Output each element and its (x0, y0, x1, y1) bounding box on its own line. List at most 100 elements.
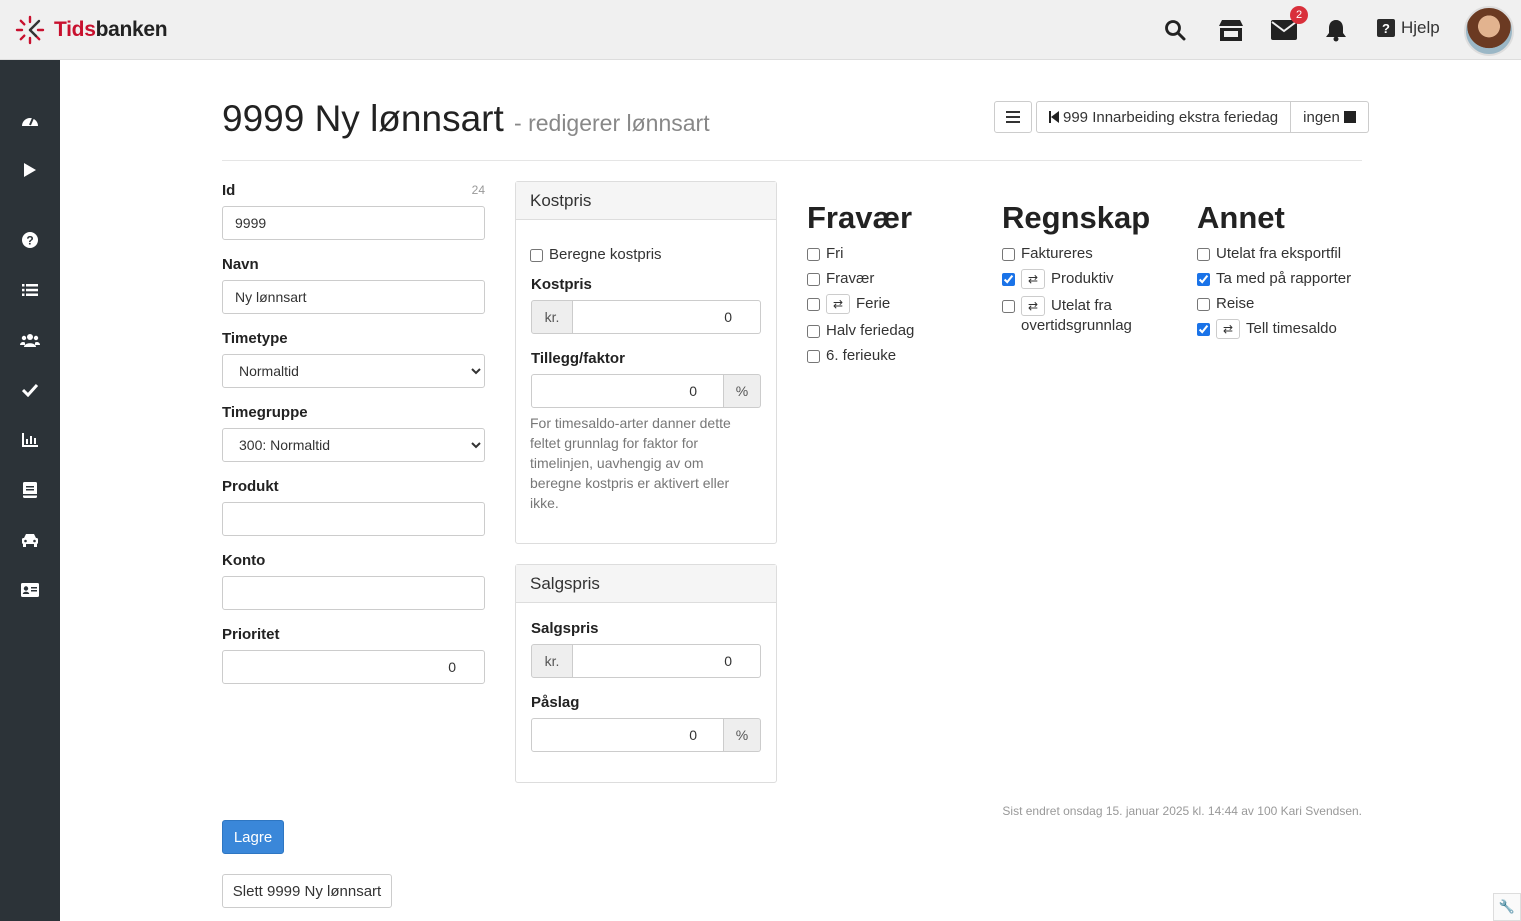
fravaer-item-checkbox[interactable] (807, 350, 820, 363)
prev-record-button[interactable]: 999 Innarbeiding ekstra feriedag (1036, 101, 1292, 133)
next-record-button[interactable]: ingen (1291, 101, 1369, 133)
prev-record-label: 999 Innarbeiding ekstra feriedag (1063, 108, 1279, 126)
fravaer-item-text: 6. ferieuke (826, 346, 896, 366)
fravaer-item-label: Fravær (826, 270, 875, 287)
fravaer-item-checkbox[interactable] (807, 325, 820, 338)
help-button[interactable]: ? Hjelp (1377, 18, 1440, 38)
fravaer-item-row[interactable]: ⇄ Ferie (807, 294, 987, 314)
mail-badge: 2 (1290, 6, 1308, 24)
header-divider (222, 160, 1362, 161)
step-backward-icon (1049, 111, 1059, 123)
delete-button[interactable]: Slett 9999 Ny lønnsart (222, 874, 392, 908)
annet-item-row[interactable]: Utelat fra eksportfil (1197, 244, 1367, 264)
regnskap-item-row[interactable]: ⇄ Utelat fra overtidsgrunnlag (1002, 296, 1162, 336)
kostpris-label: Kostpris (531, 276, 592, 293)
timetype-select[interactable]: Normaltid (222, 354, 485, 388)
paslag-percent-addon: % (724, 718, 761, 752)
kostpris-input[interactable] (573, 300, 761, 334)
konto-label: Konto (222, 552, 266, 569)
logo-icon (15, 15, 45, 45)
tillegg-label: Tillegg/faktor (531, 350, 625, 367)
tillegg-input[interactable] (531, 374, 724, 408)
annet-item-checkbox[interactable] (1197, 248, 1210, 261)
tillegg-help-text: For timesaldo-arter danner dette feltet … (530, 415, 731, 511)
fravaer-item-checkbox[interactable] (807, 298, 820, 311)
annet-heading: Annet (1197, 200, 1285, 235)
prioritet-label: Prioritet (222, 626, 280, 643)
fravaer-item-row[interactable]: Fri (807, 244, 987, 264)
svg-text:?: ? (26, 234, 33, 248)
annet-item-label: Reise (1216, 295, 1255, 312)
tillegg-percent-addon: % (724, 374, 761, 408)
paslag-label: Påslag (531, 694, 580, 711)
book-icon[interactable] (18, 478, 42, 502)
bell-icon[interactable] (1322, 16, 1350, 44)
prioritet-input[interactable] (222, 650, 485, 684)
paslag-input[interactable] (531, 718, 724, 752)
regnskap-item-checkbox[interactable] (1002, 273, 1015, 286)
sync-icon[interactable]: ⇄ (1021, 296, 1045, 316)
konto-input[interactable] (222, 576, 485, 610)
page-title: 9999 Ny lønnsart - redigerer lønnsart (222, 98, 710, 139)
fravaer-heading: Fravær (807, 200, 913, 235)
question-icon: ? (1377, 19, 1395, 37)
search-icon[interactable] (1161, 16, 1189, 44)
annet-item-row[interactable]: ⇄ Tell timesaldo (1197, 319, 1367, 339)
navn-input[interactable] (222, 280, 485, 314)
stop-icon (1343, 111, 1356, 123)
chart-icon[interactable] (18, 428, 42, 452)
users-icon[interactable] (18, 328, 42, 352)
record-nav: 999 Innarbeiding ekstra feriedag ingen (1036, 101, 1369, 133)
tillegg-input-group: % (531, 374, 761, 408)
fravaer-item-row[interactable]: Halv feriedag (807, 321, 987, 341)
sync-icon[interactable]: ⇄ (826, 294, 850, 314)
wrench-icon[interactable]: 🔧 (1493, 893, 1521, 921)
logo-text: Tidsbanken (54, 18, 168, 41)
help-icon[interactable]: ? (18, 228, 42, 252)
kostpris-currency-addon: kr. (531, 300, 573, 334)
produkt-input[interactable] (222, 502, 485, 536)
salgspris-input[interactable] (573, 644, 761, 678)
regnskap-item-text: ⇄ Utelat fra overtidsgrunnlag (1021, 296, 1162, 336)
sync-icon[interactable]: ⇄ (1216, 319, 1240, 339)
dashboard-icon[interactable] (18, 108, 42, 132)
annet-item-checkbox[interactable] (1197, 273, 1210, 286)
fravaer-item-label: Halv feriedag (826, 322, 915, 339)
mail-icon[interactable]: 2 (1270, 6, 1308, 44)
fravaer-item-label: Fri (826, 245, 844, 262)
regnskap-item-checkbox[interactable] (1002, 248, 1015, 261)
annet-item-row[interactable]: Reise (1197, 294, 1367, 314)
fravaer-item-checkbox[interactable] (807, 273, 820, 286)
id-card-icon[interactable] (18, 578, 42, 602)
beregne-kostpris-label: Beregne kostpris (549, 246, 662, 263)
id-input[interactable] (222, 206, 485, 240)
fravaer-item-row[interactable]: 6. ferieuke (807, 346, 987, 366)
beregne-kostpris-checkbox[interactable] (530, 249, 543, 262)
annet-item-checkbox[interactable] (1197, 298, 1210, 311)
save-button[interactable]: Lagre (222, 820, 284, 854)
annet-item-text: ⇄ Tell timesaldo (1216, 319, 1337, 339)
timegruppe-select[interactable]: 300: Normaltid (222, 428, 485, 462)
id-label: Id (222, 182, 236, 199)
avatar[interactable] (1464, 6, 1514, 56)
menu-button[interactable] (994, 101, 1032, 133)
play-icon[interactable] (18, 158, 42, 182)
sync-icon[interactable]: ⇄ (1021, 269, 1045, 289)
regnskap-item-text: ⇄ Produktiv (1021, 269, 1114, 289)
list-icon[interactable] (18, 278, 42, 302)
fravaer-item-checkbox[interactable] (807, 248, 820, 261)
beregne-kostpris-row[interactable]: Beregne kostpris (530, 245, 662, 265)
logo[interactable]: Tidsbanken (14, 14, 168, 46)
regnskap-item-row[interactable]: ⇄ Produktiv (1002, 269, 1162, 289)
fravaer-item-row[interactable]: Fravær (807, 269, 987, 289)
regnskap-item-checkbox[interactable] (1002, 300, 1015, 313)
fravaer-item-text: Fri (826, 244, 844, 264)
check-icon[interactable] (18, 378, 42, 402)
annet-item-checkbox[interactable] (1197, 323, 1210, 336)
regnskap-item-row[interactable]: Faktureres (1002, 244, 1162, 264)
car-icon[interactable] (18, 528, 42, 552)
annet-item-row[interactable]: Ta med på rapporter (1197, 269, 1367, 289)
store-icon[interactable] (1217, 16, 1245, 44)
kostpris-input-group: kr. (531, 300, 761, 334)
timetype-label: Timetype (222, 330, 288, 347)
